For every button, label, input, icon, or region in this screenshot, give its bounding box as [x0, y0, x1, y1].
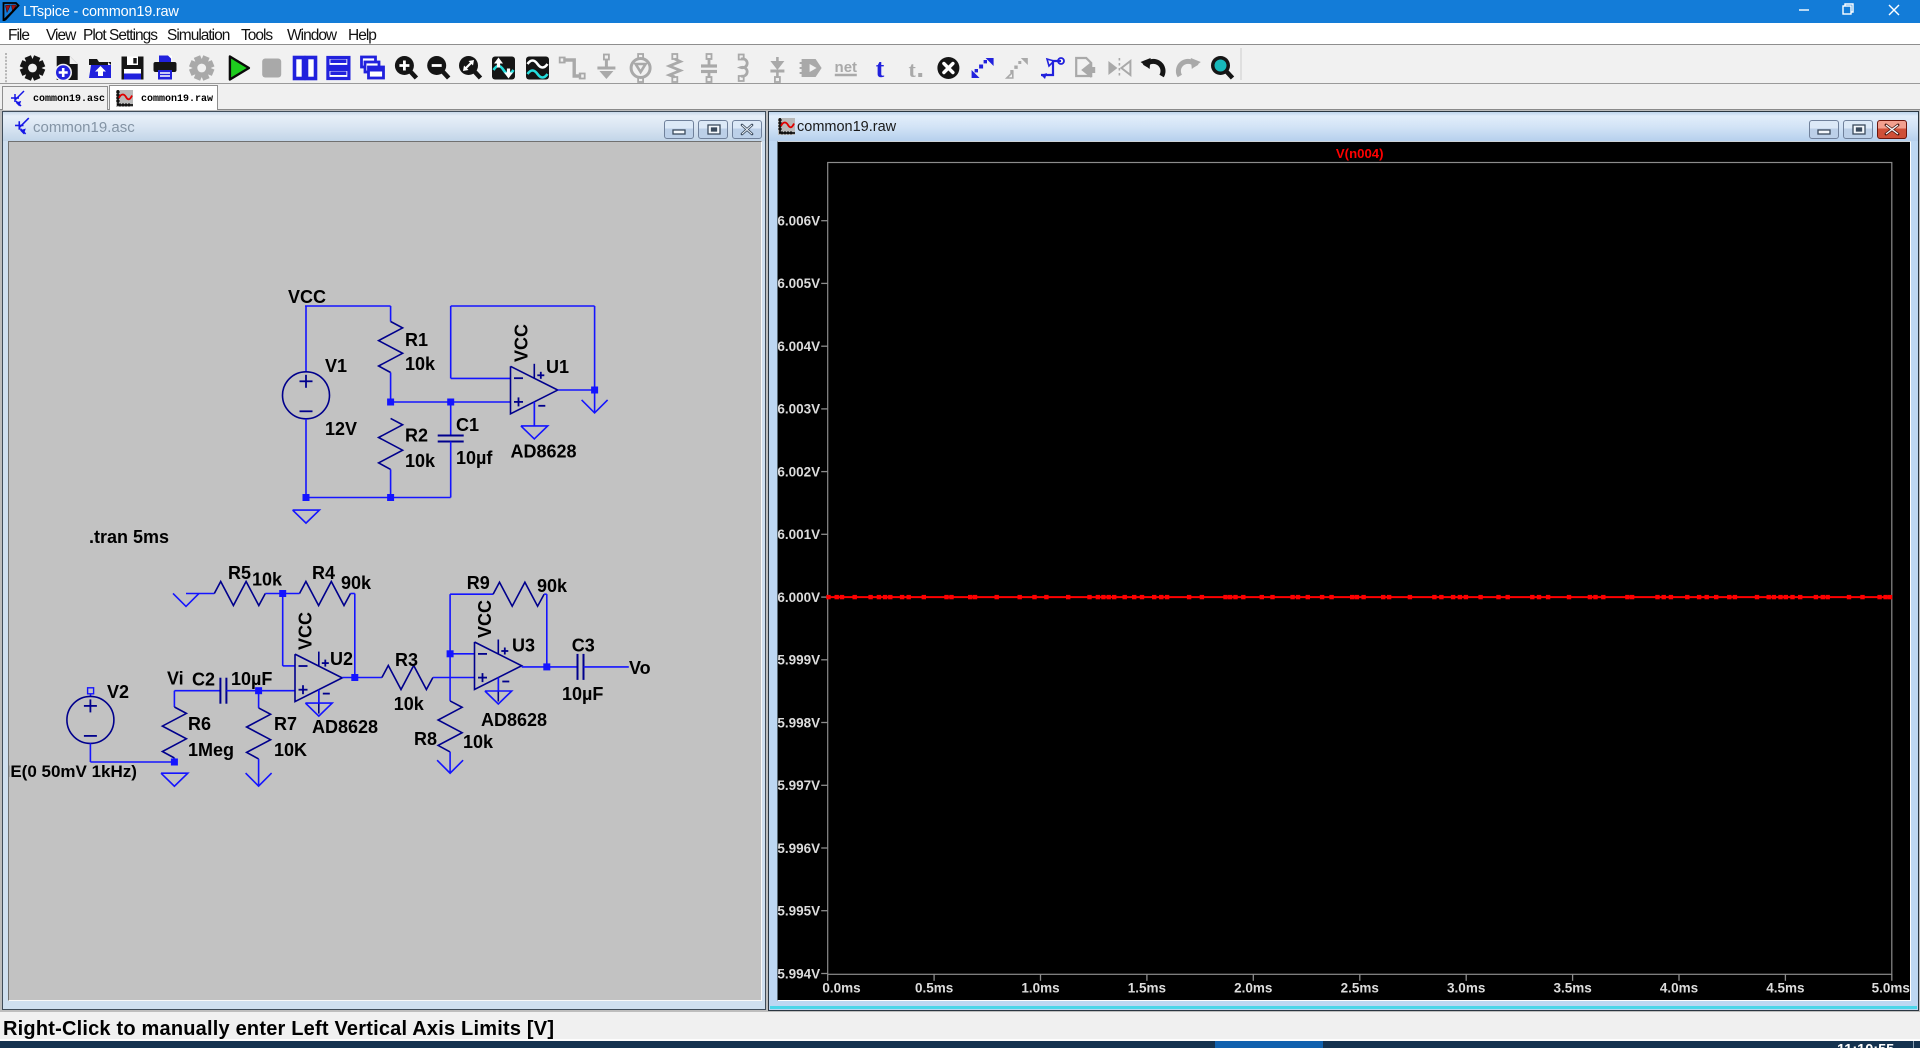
svg-text:90k: 90k — [537, 576, 568, 596]
svg-text:3.0ms: 3.0ms — [1447, 981, 1485, 996]
svg-text:0.0ms: 0.0ms — [822, 981, 860, 996]
svg-text:VCC: VCC — [512, 324, 532, 362]
svg-text:AD8628: AD8628 — [481, 710, 547, 730]
svg-text:VCC: VCC — [288, 287, 326, 307]
svg-text:Vo: Vo — [629, 658, 651, 678]
svg-text:6.005V: 6.005V — [778, 276, 820, 291]
svg-text:5.995V: 5.995V — [778, 904, 820, 919]
svg-text:R5: R5 — [228, 563, 251, 583]
svg-text:10µF: 10µF — [562, 684, 603, 704]
svg-text:R7: R7 — [274, 714, 297, 734]
svg-text:0.5ms: 0.5ms — [915, 981, 953, 996]
svg-text:90k: 90k — [341, 573, 372, 593]
svg-text:SINE(0 50mV 1kHz): SINE(0 50mV 1kHz) — [8, 762, 137, 781]
svg-text:6.002V: 6.002V — [778, 464, 820, 479]
svg-text:5.0ms: 5.0ms — [1872, 981, 1910, 996]
svg-text:5.999V: 5.999V — [778, 653, 820, 668]
svg-text:1.0ms: 1.0ms — [1021, 981, 1059, 996]
svg-text:5.996V: 5.996V — [778, 841, 820, 856]
svg-text:10k: 10k — [463, 732, 494, 752]
svg-text:10k: 10k — [405, 354, 436, 374]
svg-text:AD8628: AD8628 — [312, 717, 378, 737]
svg-text:1.5ms: 1.5ms — [1128, 981, 1166, 996]
svg-text:R2: R2 — [405, 426, 428, 446]
svg-text:6.006V: 6.006V — [778, 214, 820, 229]
svg-text:3.5ms: 3.5ms — [1553, 981, 1591, 996]
svg-text:2.0ms: 2.0ms — [1234, 981, 1272, 996]
svg-text:.tran 5ms: .tran 5ms — [89, 527, 169, 547]
svg-text:6.000V: 6.000V — [778, 590, 820, 605]
svg-text:net: net — [835, 59, 858, 76]
svg-text:6.001V: 6.001V — [778, 527, 820, 542]
svg-text:4.5ms: 4.5ms — [1766, 981, 1804, 996]
svg-text:10µF: 10µF — [231, 669, 272, 689]
svg-text:2.5ms: 2.5ms — [1341, 981, 1379, 996]
svg-text:10k: 10k — [252, 569, 283, 589]
svg-text:5.997V: 5.997V — [778, 778, 820, 793]
svg-text:R4: R4 — [312, 563, 335, 583]
svg-text:R3: R3 — [395, 650, 418, 670]
svg-text:V2: V2 — [107, 682, 129, 702]
svg-text:C2: C2 — [192, 670, 215, 690]
svg-text:10k: 10k — [394, 694, 425, 714]
svg-text:R9: R9 — [467, 573, 490, 593]
svg-text:10µf: 10µf — [456, 448, 493, 468]
svg-text:4.0ms: 4.0ms — [1660, 981, 1698, 996]
svg-text:U2: U2 — [330, 649, 353, 669]
svg-text:5.998V: 5.998V — [778, 715, 820, 730]
svg-text:6.004V: 6.004V — [778, 339, 820, 354]
svg-text:R8: R8 — [414, 729, 437, 749]
svg-text:1Meg: 1Meg — [188, 740, 234, 760]
svg-text:Vi: Vi — [167, 669, 184, 689]
svg-text:6.003V: 6.003V — [778, 402, 820, 417]
svg-text:5.994V: 5.994V — [778, 966, 820, 981]
svg-text:10K: 10K — [274, 740, 307, 760]
svg-text:U3: U3 — [512, 636, 535, 656]
svg-text:U1: U1 — [546, 357, 569, 377]
svg-text:R1: R1 — [405, 330, 428, 350]
svg-text:10k: 10k — [405, 451, 436, 471]
svg-text:C3: C3 — [572, 635, 595, 655]
svg-text:t: t — [876, 54, 885, 83]
svg-text:t: t — [909, 57, 917, 82]
svg-text:VCC: VCC — [475, 600, 495, 638]
svg-text:V(n004): V(n004) — [1336, 146, 1384, 161]
svg-text:C1: C1 — [456, 415, 479, 435]
svg-text:V1: V1 — [325, 356, 347, 376]
svg-text:R6: R6 — [188, 714, 211, 734]
svg-text:VCC: VCC — [296, 612, 316, 650]
svg-text:AD8628: AD8628 — [511, 442, 577, 462]
svg-text:12V: 12V — [325, 419, 357, 439]
